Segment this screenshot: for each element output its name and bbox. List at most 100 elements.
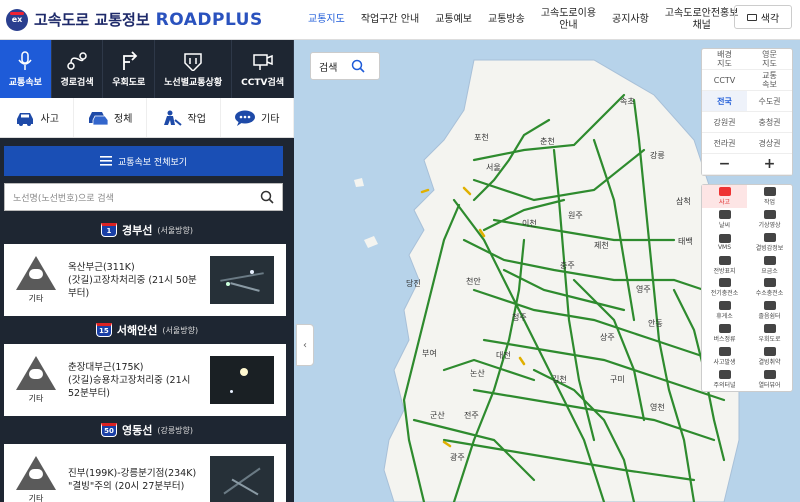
map-layer-toggle[interactable]: 작업 (747, 185, 792, 208)
map-layer-toggle[interactable]: 전방표지 (702, 254, 747, 277)
layer-label: 작업 (763, 198, 776, 206)
layer-label: 우회도로 (758, 336, 781, 344)
all-traffic-news-button[interactable]: 교통속보 전체보기 (4, 146, 283, 176)
map-control-button[interactable]: 수도권 (747, 91, 792, 112)
map-control-button[interactable]: 전국 (702, 91, 747, 112)
route-shield-icon: 1 (100, 223, 117, 237)
map-control-button[interactable]: 영문 지도 (747, 49, 792, 70)
monitor-icon (746, 13, 757, 21)
traffic-news-card[interactable]: 기타 진부(199K)-강릉분기점(234K) "결빙"주의 (20시 27분부… (4, 444, 286, 502)
filter-construction[interactable]: 작업 (147, 98, 221, 137)
route-search-input[interactable]: 노선명(노선번호)으로 검색 (4, 183, 283, 211)
filter-other[interactable]: 기타 (221, 98, 294, 137)
map-layer-toggle[interactable]: 졸음쉼터 (747, 299, 792, 322)
road-name: 경부선 (121, 224, 153, 237)
map-control-button[interactable]: 교통 속보 (747, 70, 792, 91)
layer-label: 버스정류 (713, 336, 736, 344)
tab-detour[interactable]: 우회도로 (103, 40, 156, 98)
map-layer-toggle[interactable]: 휴게소 (702, 299, 747, 322)
map-layer-toggle[interactable]: 결빙감정보 (747, 231, 792, 254)
tab-traffic-news[interactable]: 교통속보 (0, 40, 52, 98)
event-type-label: 기타 (28, 394, 44, 403)
city-label: 부여 (422, 349, 437, 358)
layer-label: 주의터널 (713, 382, 736, 390)
map-layer-toggle[interactable]: 열터뷰어 (747, 368, 792, 391)
tab-label: 우회도로 (112, 77, 146, 88)
nav-item[interactable]: 고속도로이용 안내 (533, 8, 604, 32)
map-layer-toggle[interactable]: 요금소 (747, 254, 792, 277)
road-header: 1 경부선 (서울방향) (0, 220, 294, 240)
map-layer-toggle[interactable]: 우회도로 (747, 322, 792, 345)
layer-icon (718, 324, 731, 334)
zoom-in-button[interactable]: + (747, 154, 792, 175)
map-layer-toggle[interactable]: 수소충전소 (747, 277, 792, 300)
layer-icon (763, 301, 776, 311)
chevron-left-icon: ‹ (303, 339, 307, 351)
tab-label: 교통속보 (8, 77, 42, 88)
nav-item[interactable]: 교통방송 (480, 14, 533, 26)
layer-label: 사고발생 (713, 359, 736, 367)
map-layer-toggle[interactable]: 주의터널 (702, 368, 747, 391)
map-layer-toggle[interactable]: 결빙취약 (747, 345, 792, 368)
map-layer-toggle[interactable]: 기상영상 (747, 208, 792, 231)
layer-label: 날씨 (718, 221, 731, 229)
route-search-placeholder: 노선명(노선번호)으로 검색 (13, 193, 114, 204)
nav-item[interactable]: 교통예보 (427, 14, 480, 26)
traffic-news-card[interactable]: 기타 옥산부근(311K) (갓길)고장차처리중 (21시 50분 부터) (4, 244, 286, 316)
map-control-button[interactable]: 전라권 (702, 133, 747, 154)
city-label: 군산 (430, 411, 445, 420)
filter-label: 정체 (114, 114, 133, 125)
filter-label: 사고 (40, 114, 59, 125)
tab-cctv-search[interactable]: CCTV검색 (232, 40, 294, 98)
expressway-logo-icon: ex (6, 8, 28, 31)
map-control-button[interactable]: 강원권 (702, 112, 747, 133)
layer-icon (763, 209, 776, 219)
warning-badge: 기타 (12, 350, 60, 410)
site-logo[interactable]: ex 고속도로 교통정보 ROADPLUS (6, 8, 263, 31)
nav-item[interactable]: 교통지도 (300, 14, 353, 26)
map-layer-toggle[interactable]: VMS (702, 231, 747, 254)
map-search-button[interactable]: 검색 (310, 52, 380, 80)
map-layer-toggle[interactable]: 버스정류 (702, 322, 747, 345)
cctv-thumbnail[interactable] (210, 256, 274, 304)
map-layer-toggle[interactable]: 날씨 (702, 208, 747, 231)
collapse-sidebar-button[interactable]: ‹ (296, 324, 314, 366)
zoom-out-button[interactable]: − (702, 154, 747, 175)
cctv-thumbnail[interactable] (210, 356, 274, 404)
layer-icon (718, 209, 731, 219)
color-mode-button[interactable]: 색각 (734, 5, 792, 29)
layer-icon (718, 233, 731, 243)
road-name: 서해안선 (116, 324, 158, 337)
map-control-button[interactable]: CCTV (702, 70, 747, 91)
layer-icon (763, 324, 776, 334)
map-layer-toggle[interactable]: 사고 (702, 185, 747, 208)
map-layer-toggle[interactable]: 사고발생 (702, 345, 747, 368)
nav-item[interactable]: 공지사항 (604, 14, 657, 26)
all-view-label: 교통속보 전체보기 (117, 157, 188, 168)
cctv-thumbnail[interactable] (210, 456, 274, 502)
traffic-news-card[interactable]: 기타 춘장대부근(175K) (갓길)승용차고장처리중 (21시 52분부터) (4, 344, 286, 416)
filter-label: 기타 (261, 114, 280, 125)
map-control-button[interactable]: 배경 지도 (702, 49, 747, 70)
event-type-label: 기타 (28, 494, 44, 502)
nav-item[interactable]: 작업구간 안내 (353, 14, 427, 26)
tab-route-search[interactable]: 경로검색 (52, 40, 104, 98)
filter-congestion[interactable]: 정체 (74, 98, 147, 137)
map-control-button[interactable]: 충청권 (747, 112, 792, 133)
filter-label: 작업 (187, 114, 206, 125)
tab-route-traffic[interactable]: 노선별교통상황 (155, 40, 233, 98)
filter-accident[interactable]: 사고 (0, 98, 74, 137)
map-control-button[interactable]: 경상권 (747, 133, 792, 154)
layer-label: 요금소 (761, 267, 778, 275)
event-filter-row: 사고 정체 작업 기타 (0, 98, 294, 138)
layer-icon (718, 347, 731, 357)
layer-icon (718, 255, 731, 265)
mic-icon (14, 50, 36, 71)
route-icon (66, 51, 88, 71)
city-label: 전주 (464, 411, 479, 420)
map-layer-toggle[interactable]: 전기충전소 (702, 277, 747, 300)
search-icon (352, 59, 365, 73)
nav-item[interactable]: 고속도로안전홍보 채널 (657, 8, 747, 32)
road-name: 영동선 (121, 424, 153, 437)
sidebar: 교통속보 경로검색 우회도로 노선별교통상황 CCTV검색 사고 정체 작업 기… (0, 40, 294, 502)
